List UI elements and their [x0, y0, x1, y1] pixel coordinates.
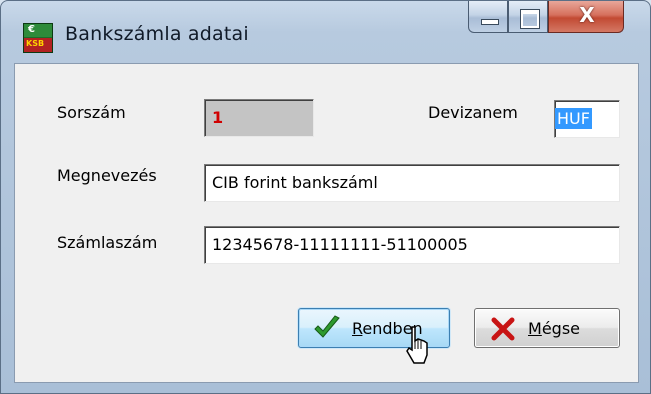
- dialog-window: € KSB Bankszámla adatai X Sorszám 1 Devi…: [0, 0, 651, 394]
- minimize-icon: [481, 19, 499, 25]
- devizanem-label: Devizanem: [428, 103, 518, 122]
- app-icon-mark: €: [28, 24, 35, 35]
- title-bar[interactable]: € KSB Bankszámla adatai X: [1, 1, 650, 63]
- sorszam-label: Sorszám: [57, 103, 126, 122]
- maximize-button[interactable]: [508, 1, 548, 33]
- sorszam-field[interactable]: 1: [204, 99, 314, 137]
- megnevezes-field[interactable]: CIB forint bankszáml: [204, 164, 620, 202]
- megnevezes-label: Megnevezés: [57, 166, 157, 185]
- mouse-cursor-icon: [406, 326, 428, 364]
- dialog-client-area: Sorszám 1 Devizanem HUF Megnevezés CIB f…: [14, 63, 639, 383]
- window-title: Bankszámla adatai: [65, 23, 249, 45]
- szamlaszam-field[interactable]: 12345678-11111111-51100005: [204, 226, 620, 264]
- devizanem-selected-text: HUF: [555, 108, 592, 129]
- szamlaszam-label: Számlaszám: [57, 233, 158, 252]
- cancel-button-label: Mégse: [528, 319, 580, 338]
- close-button[interactable]: X: [548, 1, 624, 33]
- app-icon[interactable]: € KSB: [23, 23, 53, 53]
- x-icon: [491, 317, 515, 341]
- maximize-icon: [520, 9, 540, 29]
- minimize-button[interactable]: [468, 1, 508, 33]
- devizanem-field[interactable]: HUF: [554, 100, 620, 138]
- app-icon-text: KSB: [26, 39, 45, 48]
- cancel-button[interactable]: Mégse: [474, 308, 620, 348]
- check-icon: [314, 315, 340, 338]
- close-icon: X: [579, 3, 595, 27]
